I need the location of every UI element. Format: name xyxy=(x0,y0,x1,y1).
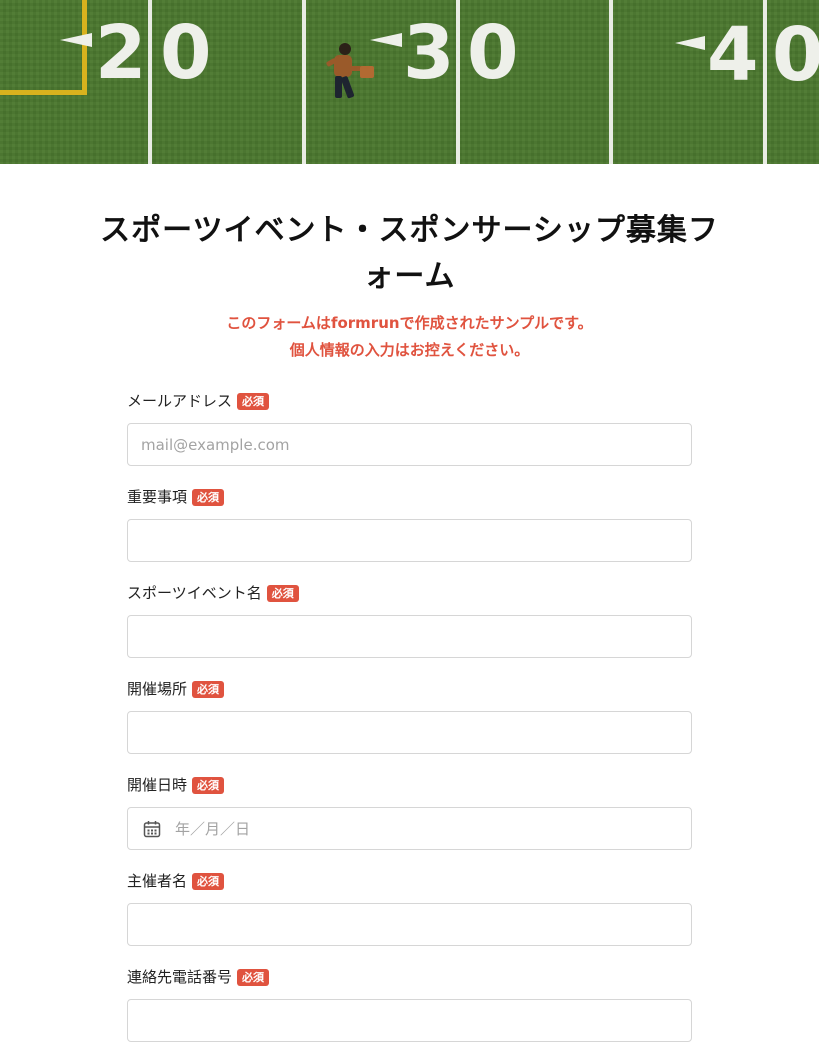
field-label: 開催場所 必須 xyxy=(127,674,692,704)
field-event-name: スポーツイベント名 必須 xyxy=(127,578,692,674)
page-title: スポーツイベント・スポンサーシップ募集フォーム xyxy=(100,213,719,294)
field-label: スポーツイベント名 必須 xyxy=(127,578,692,608)
form: メールアドレス 必須 mail@example.com 重要事項 必須 スポーツ… xyxy=(127,364,692,1058)
required-badge: 必須 xyxy=(266,584,299,602)
required-badge: 必須 xyxy=(237,392,270,410)
field-organizer: 主催者名 必須 xyxy=(127,866,692,962)
notice-prefix: このフォームは xyxy=(226,314,331,332)
notice-line-1: このフォームはformrunで作成されたサンプルです。 xyxy=(0,310,819,337)
field-label-text: スポーツイベント名 xyxy=(127,584,262,602)
date-placeholder: 年／月／日 xyxy=(175,820,251,838)
yard-number: 0 xyxy=(160,10,212,96)
field-label-text: 重要事項 xyxy=(127,488,188,506)
yard-number: 3 xyxy=(403,10,455,96)
field-email: メールアドレス 必須 mail@example.com xyxy=(127,386,692,482)
required-badge: 必須 xyxy=(192,680,225,698)
field-phone: 連絡先電話番号 必須 xyxy=(127,962,692,1058)
field-label-text: 開催場所 xyxy=(127,680,188,698)
field-label: 連絡先電話番号 必須 xyxy=(127,962,692,992)
field-label: 重要事項 必須 xyxy=(127,482,692,512)
field-important-notes: 重要事項 必須 xyxy=(127,482,692,578)
field-label-text: 連絡先電話番号 xyxy=(127,968,233,986)
field-label-text: 開催日時 xyxy=(127,776,188,794)
venue-input[interactable] xyxy=(127,711,692,754)
yard-number: 0 xyxy=(772,12,819,98)
important-notes-input[interactable] xyxy=(127,519,692,562)
field-label: 開催日時 必須 xyxy=(127,770,692,800)
hero-image: 2 0 3 0 4 0 xyxy=(0,0,819,164)
phone-input[interactable] xyxy=(127,999,692,1042)
required-badge: 必須 xyxy=(192,488,225,506)
yard-number: 4 xyxy=(707,12,759,98)
yard-number: 2 xyxy=(95,10,147,96)
email-placeholder: mail@example.com xyxy=(141,435,290,454)
event-date-input[interactable]: 年／月／日 xyxy=(127,807,692,850)
notice-line-2: 個人情報の入力はお控えください。 xyxy=(289,341,530,359)
organizer-input[interactable] xyxy=(127,903,692,946)
event-name-input[interactable] xyxy=(127,615,692,658)
yard-number: 0 xyxy=(467,10,519,96)
notice-brand: formrun xyxy=(330,314,400,332)
field-label: メールアドレス 必須 xyxy=(127,386,692,416)
field-venue: 開催場所 必須 xyxy=(127,674,692,770)
required-badge: 必須 xyxy=(192,872,225,890)
field-event-date: 開催日時 必須 年／月／日 xyxy=(127,770,692,866)
field-label-text: メールアドレス xyxy=(127,392,233,410)
field-label-text: 主催者名 xyxy=(127,872,188,890)
field-label: 主催者名 必須 xyxy=(127,866,692,896)
sample-notice: このフォームはformrunで作成されたサンプルです。 個人情報の入力はお控えく… xyxy=(0,310,819,364)
notice-suffix: で作成されたサンプルです。 xyxy=(399,314,593,332)
football-field-illustration: 2 0 3 0 4 0 xyxy=(0,0,819,164)
email-input[interactable]: mail@example.com xyxy=(127,423,692,466)
required-badge: 必須 xyxy=(192,776,225,794)
required-badge: 必須 xyxy=(237,968,270,986)
calendar-icon xyxy=(143,820,161,837)
